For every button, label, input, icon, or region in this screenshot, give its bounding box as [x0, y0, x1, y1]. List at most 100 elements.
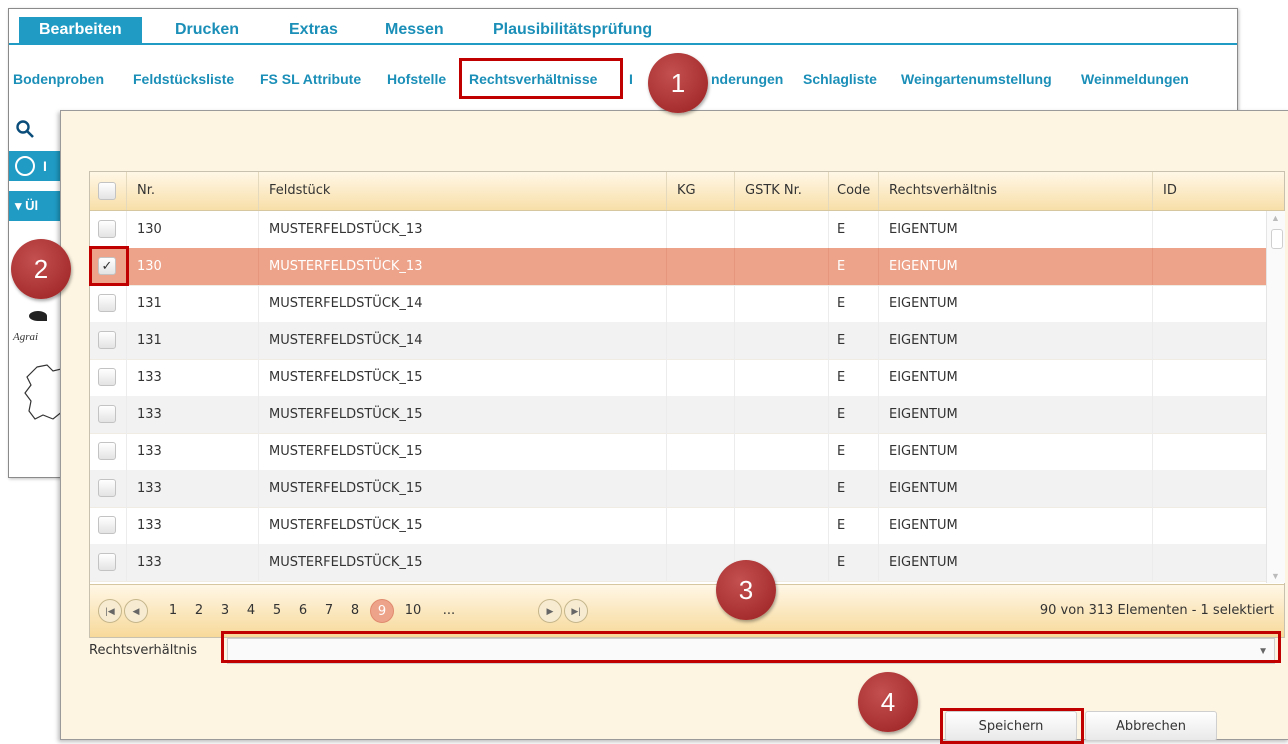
tab-bearbeiten[interactable]: Bearbeiten: [19, 17, 142, 43]
search-icon[interactable]: [15, 119, 35, 145]
cell-feldstueck: MUSTERFELDSTÜCK_15: [258, 470, 666, 507]
scrollbar-thumb[interactable]: [1271, 229, 1283, 249]
cell-feldstueck: MUSTERFELDSTÜCK_15: [258, 359, 666, 396]
row-checkbox[interactable]: [98, 220, 116, 238]
tab-drucken[interactable]: Drucken: [155, 17, 259, 43]
cell-code: E: [828, 544, 878, 581]
column-header-kg[interactable]: KG: [666, 172, 734, 210]
table-row[interactable]: 133 MUSTERFELDSTÜCK_15 E EIGENTUM: [90, 470, 1266, 508]
first-page-icon[interactable]: |◀: [98, 599, 122, 623]
tab-plausibilitaetspruefung[interactable]: Plausibilitätsprüfung: [473, 17, 672, 43]
column-header-feldstueck[interactable]: Feldstück: [258, 172, 666, 210]
subnav-aenderungen[interactable]: nderungen: [711, 71, 783, 87]
annotation-badge-1: 1: [648, 53, 708, 113]
cell-gstk-nr: [734, 211, 828, 248]
cell-kg: [666, 211, 734, 248]
cell-feldstueck: MUSTERFELDSTÜCK_13: [258, 248, 666, 285]
subnav-hofstelle[interactable]: Hofstelle: [387, 71, 446, 87]
cell-feldstueck: MUSTERFELDSTÜCK_15: [258, 544, 666, 581]
menu-bar: Bearbeiten Drucken Extras Messen Plausib…: [9, 9, 1237, 45]
row-checkbox[interactable]: [98, 553, 116, 571]
save-button[interactable]: Speichern: [945, 711, 1077, 741]
subnav-weingartenumstellung[interactable]: Weingartenumstellung: [901, 71, 1052, 87]
row-checkbox[interactable]: [98, 442, 116, 460]
cell-nr: 133: [126, 396, 258, 433]
table-row[interactable]: 133 MUSTERFELDSTÜCK_15 E EIGENTUM: [90, 396, 1266, 434]
page-number[interactable]: 4: [238, 599, 264, 623]
subnav-schlagliste[interactable]: Schlagliste: [803, 71, 877, 87]
page-number[interactable]: 1: [160, 599, 186, 623]
column-header-nr[interactable]: Nr.: [126, 172, 258, 210]
table-row[interactable]: 131 MUSTERFELDSTÜCK_14 E EIGENTUM: [90, 322, 1266, 360]
cell-id: [1152, 470, 1266, 507]
page-number[interactable]: 6: [290, 599, 316, 623]
table-row[interactable]: 131 MUSTERFELDSTÜCK_14 E EIGENTUM: [90, 285, 1266, 323]
select-all-checkbox[interactable]: [98, 182, 116, 200]
cancel-button[interactable]: Abbrechen: [1085, 711, 1217, 741]
rechtsverhaeltnis-select[interactable]: ▼: [227, 638, 1275, 664]
row-checkbox[interactable]: [98, 294, 116, 312]
subnav-bodenproben[interactable]: Bodenproben: [13, 71, 104, 87]
pager: |◀ ◀ 1 2 3 4 5 6 7 8 9 10... ▶ ▶| 90 von 313 Elem…: [90, 584, 1284, 637]
column-header-rechtsverhaeltnis[interactable]: Rechtsverhältnis: [878, 172, 1152, 210]
table-row[interactable]: 133 MUSTERFELDSTÜCK_15 E EIGENTUM: [90, 433, 1266, 471]
cell-rechtsverhaeltnis: EIGENTUM: [878, 396, 1152, 433]
vertical-scrollbar[interactable]: ▲ ▼: [1266, 211, 1285, 583]
page-number[interactable]: 9: [370, 599, 394, 623]
cell-kg: [666, 396, 734, 433]
page-number[interactable]: 3: [212, 599, 238, 623]
column-header-code[interactable]: Code: [828, 172, 878, 210]
row-checkbox[interactable]: [98, 479, 116, 497]
table-row[interactable]: 133 MUSTERFELDSTÜCK_15 E EIGENTUM: [90, 544, 1266, 582]
page-number[interactable]: 2: [186, 599, 212, 623]
next-page-icon[interactable]: ▶: [538, 599, 562, 623]
tab-extras[interactable]: Extras: [269, 17, 358, 43]
cell-nr: 130: [126, 248, 258, 285]
page-number[interactable]: 5: [264, 599, 290, 623]
page-number[interactable]: 7: [316, 599, 342, 623]
table-row[interactable]: ✓ 130 MUSTERFELDSTÜCK_13 E EIGENTUM: [90, 248, 1266, 286]
page-number[interactable]: 8: [342, 599, 368, 623]
cell-kg: [666, 285, 734, 322]
logo-bird-icon: [29, 311, 47, 321]
cell-id: [1152, 322, 1266, 359]
subnav-rechtsverhaeltnisse[interactable]: Rechtsverhältnisse: [469, 71, 597, 87]
cell-feldstueck: MUSTERFELDSTÜCK_15: [258, 433, 666, 470]
subnav-partial-item[interactable]: I: [629, 71, 633, 87]
last-page-icon[interactable]: ▶|: [564, 599, 588, 623]
cell-code: E: [828, 322, 878, 359]
cell-gstk-nr: [734, 433, 828, 470]
chevron-down-icon[interactable]: ▼: [1258, 646, 1268, 657]
page-number[interactable]: 10: [400, 599, 426, 623]
column-header-id[interactable]: ID: [1152, 172, 1264, 210]
page-ellipsis[interactable]: ...: [436, 599, 462, 623]
cell-nr: 131: [126, 322, 258, 359]
scroll-up-icon[interactable]: ▲: [1271, 213, 1280, 223]
cell-id: [1152, 507, 1266, 544]
cell-id: [1152, 248, 1266, 285]
table-row[interactable]: 130 MUSTERFELDSTÜCK_13 E EIGENTUM: [90, 211, 1266, 249]
cell-code: E: [828, 470, 878, 507]
row-checkbox[interactable]: [98, 405, 116, 423]
cell-feldstueck: MUSTERFELDSTÜCK_14: [258, 322, 666, 359]
row-checkbox[interactable]: [98, 331, 116, 349]
subnav-feldstuecksliste[interactable]: Feldstücksliste: [133, 71, 234, 87]
column-header-gstk-nr[interactable]: GSTK Nr.: [734, 172, 828, 210]
logo-text: Agrai: [13, 331, 39, 343]
cell-kg: [666, 433, 734, 470]
cell-nr: 133: [126, 507, 258, 544]
cell-id: [1152, 544, 1266, 581]
table-row[interactable]: 133 MUSTERFELDSTÜCK_15 E EIGENTUM: [90, 359, 1266, 397]
previous-page-icon[interactable]: ◀: [124, 599, 148, 623]
grid-header: Nr. Feldstück KG GSTK Nr. Code Rechtsver…: [90, 172, 1284, 211]
annotation-badge-2: 2: [11, 239, 71, 299]
row-checkbox[interactable]: [98, 368, 116, 386]
tab-messen[interactable]: Messen: [365, 17, 464, 43]
compass-icon: [15, 156, 35, 176]
table-row[interactable]: 133 MUSTERFELDSTÜCK_15 E EIGENTUM: [90, 507, 1266, 545]
row-checkbox[interactable]: [98, 516, 116, 534]
scroll-down-icon[interactable]: ▼: [1271, 571, 1280, 581]
row-checkbox[interactable]: ✓: [98, 257, 116, 275]
subnav-weinmeldungen[interactable]: Weinmeldungen: [1081, 71, 1189, 87]
subnav-fs-sl-attribute[interactable]: FS SL Attribute: [260, 71, 361, 87]
